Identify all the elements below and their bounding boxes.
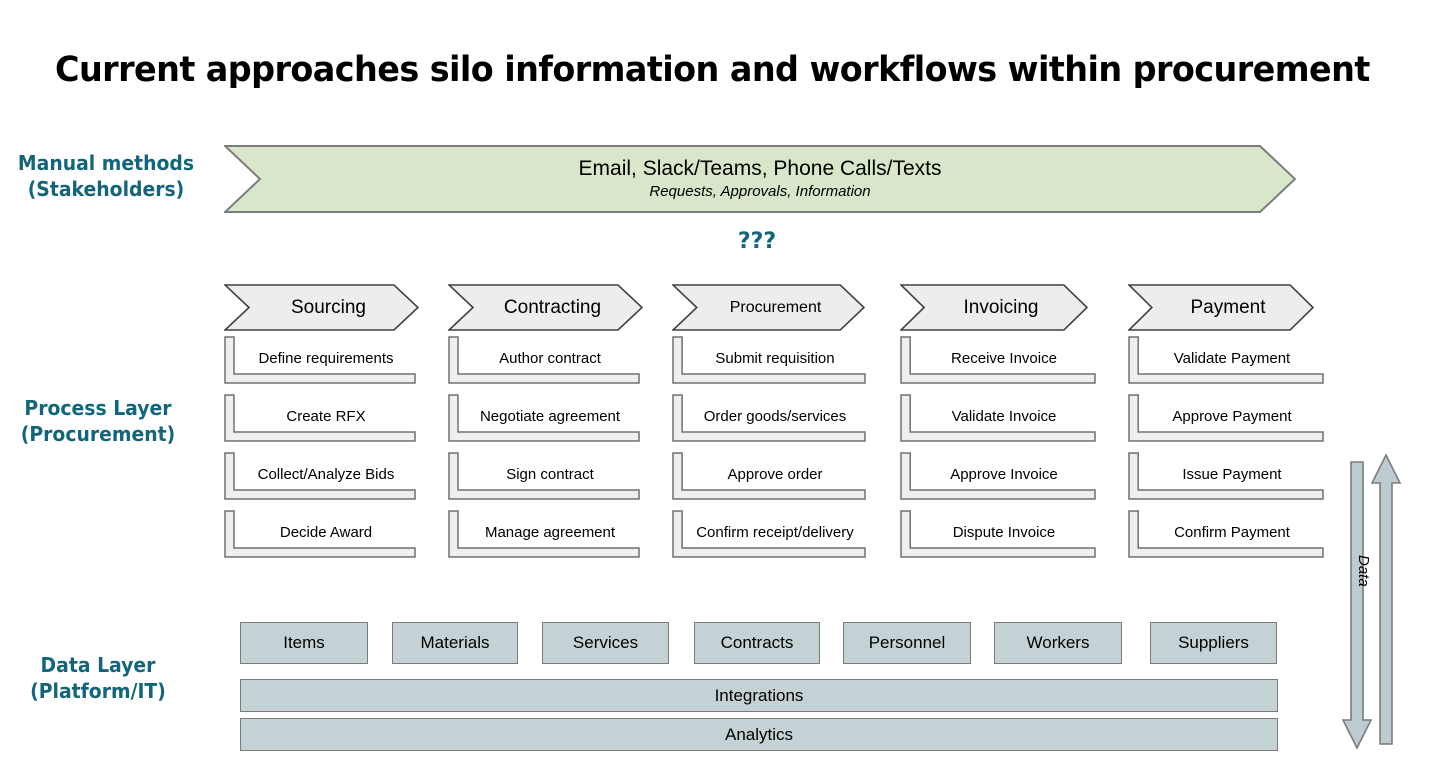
process-step[interactable]: Define requirements	[224, 336, 416, 389]
bracket-shape	[672, 452, 866, 505]
data-entity-contracts[interactable]: Contracts	[694, 622, 820, 664]
process-step[interactable]: Approve order	[672, 452, 866, 505]
process-step[interactable]: Approve Invoice	[900, 452, 1096, 505]
chevron-shape	[448, 284, 643, 331]
process-step[interactable]: Manage agreement	[448, 510, 640, 563]
bracket-shape	[1128, 452, 1324, 505]
data-bar-integrations: Integrations	[240, 679, 1278, 712]
banner-chevron-shape	[224, 145, 1296, 213]
data-entity-workers[interactable]: Workers	[994, 622, 1122, 664]
data-bar-analytics: Analytics	[240, 718, 1278, 751]
process-step[interactable]: Submit requisition	[672, 336, 866, 389]
bracket-shape	[224, 394, 416, 447]
process-step[interactable]: Confirm Payment	[1128, 510, 1324, 563]
bracket-shape	[224, 510, 416, 563]
data-entity-items[interactable]: Items	[240, 622, 368, 664]
bracket-shape	[224, 336, 416, 389]
bracket-shape	[1128, 394, 1324, 447]
process-header-invoicing[interactable]: Invoicing	[900, 284, 1088, 331]
process-column-contracting: Contracting Author contract Negotiate agre…	[448, 284, 643, 563]
process-header-payment[interactable]: Payment	[1128, 284, 1314, 331]
chevron-shape	[900, 284, 1088, 331]
process-step[interactable]: Receive Invoice	[900, 336, 1096, 389]
process-step[interactable]: Negotiate agreement	[448, 394, 640, 447]
bracket-shape	[448, 336, 640, 389]
question-marks-annotation: ???	[737, 229, 777, 254]
process-step[interactable]: Approve Payment	[1128, 394, 1324, 447]
row-label-manual-methods: Manual methods (Stakeholders)	[17, 151, 195, 201]
data-entity-services[interactable]: Services	[542, 622, 669, 664]
process-step[interactable]: Validate Payment	[1128, 336, 1324, 389]
process-step[interactable]: Order goods/services	[672, 394, 866, 447]
data-entity-personnel[interactable]: Personnel	[843, 622, 971, 664]
process-column-payment: Payment Validate Payment Approve Payment Is…	[1128, 284, 1325, 563]
manual-methods-banner: Email, Slack/Teams, Phone Calls/Texts Re…	[224, 145, 1296, 213]
bracket-shape	[672, 510, 866, 563]
chevron-shape	[672, 284, 865, 331]
row-label-data-layer: Data Layer (Platform/IT)	[30, 653, 166, 703]
process-step[interactable]: Dispute Invoice	[900, 510, 1096, 563]
process-header-sourcing[interactable]: Sourcing	[224, 284, 419, 331]
chevron-shape	[1128, 284, 1314, 331]
bracket-shape	[448, 394, 640, 447]
process-header-contracting[interactable]: Contracting	[448, 284, 643, 331]
process-step[interactable]: Issue Payment	[1128, 452, 1324, 505]
bracket-shape	[900, 394, 1096, 447]
row-label-process-layer: Process Layer (Procurement)	[20, 396, 176, 446]
process-step[interactable]: Sign contract	[448, 452, 640, 505]
process-step[interactable]: Confirm receipt/delivery	[672, 510, 866, 563]
bracket-shape	[900, 510, 1096, 563]
process-step[interactable]: Collect/Analyze Bids	[224, 452, 416, 505]
data-flow-label: Data	[1355, 555, 1372, 587]
bracket-shape	[448, 452, 640, 505]
process-step[interactable]: Decide Award	[224, 510, 416, 563]
chevron-shape	[224, 284, 419, 331]
process-column-procurement: Procurement Submit requisition Order goods…	[672, 284, 868, 563]
bracket-shape	[1128, 336, 1324, 389]
bracket-shape	[900, 336, 1096, 389]
process-column-invoicing: Invoicing Receive Invoice Validate Invoice…	[900, 284, 1097, 563]
bracket-shape	[1128, 510, 1324, 563]
data-entity-materials[interactable]: Materials	[392, 622, 518, 664]
page-title: Current approaches silo information and …	[55, 50, 1370, 90]
process-column-sourcing: Sourcing Define requirements Create RFX Col…	[224, 284, 419, 563]
process-header-procurement[interactable]: Procurement	[672, 284, 865, 331]
bracket-shape	[672, 394, 866, 447]
process-step[interactable]: Author contract	[448, 336, 640, 389]
data-entity-suppliers[interactable]: Suppliers	[1150, 622, 1277, 664]
bracket-shape	[448, 510, 640, 563]
bracket-shape	[900, 452, 1096, 505]
process-step[interactable]: Create RFX	[224, 394, 416, 447]
process-step[interactable]: Validate Invoice	[900, 394, 1096, 447]
bracket-shape	[672, 336, 866, 389]
bracket-shape	[224, 452, 416, 505]
